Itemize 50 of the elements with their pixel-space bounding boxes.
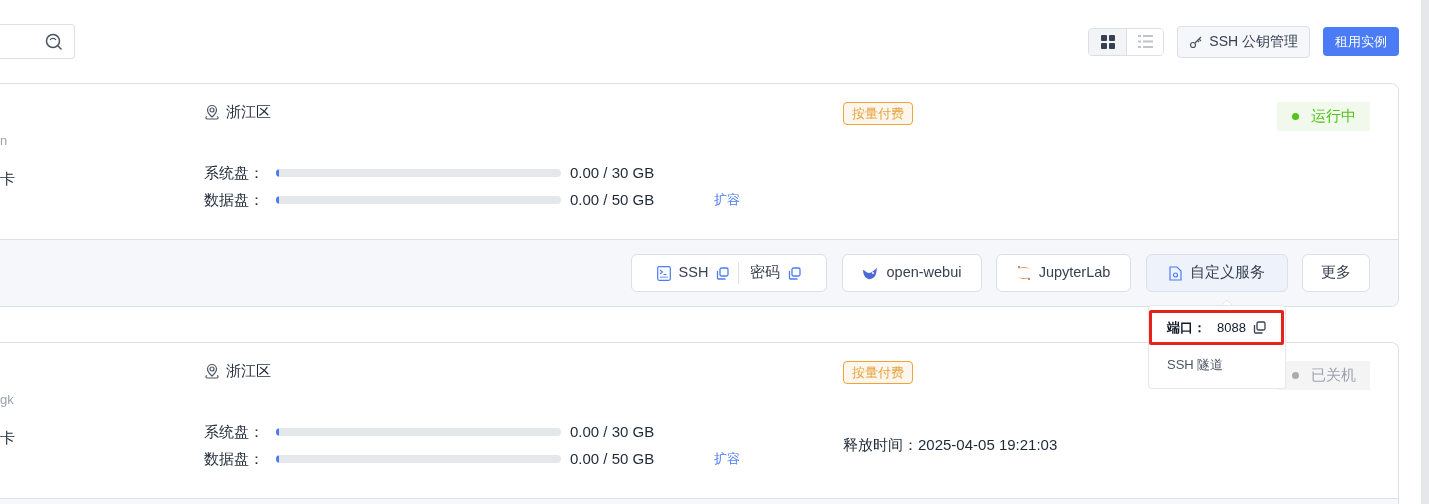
disk-label: 数据盘： — [204, 448, 265, 469]
rent-instance-button[interactable]: 租用实例 — [1323, 27, 1399, 56]
disk-usage: 0.00 / 50 GB — [570, 448, 656, 469]
disk-usage: 0.00 / 50 GB — [570, 189, 656, 210]
port-number: 8088 — [1217, 318, 1246, 337]
location-pin-icon — [204, 104, 220, 120]
instance-name: n — [0, 132, 9, 150]
custom-service-button[interactable]: 自定义服务 — [1145, 254, 1288, 292]
grid-view-button[interactable] — [1089, 28, 1127, 55]
password-copy-button[interactable]: 密码 — [739, 262, 802, 284]
list-icon — [1137, 35, 1153, 48]
disk-label: 系统盘： — [204, 162, 265, 183]
more-button[interactable]: 更多 — [1302, 254, 1370, 292]
open-webui-button[interactable]: open-webui — [841, 254, 982, 292]
search-icon — [45, 32, 63, 51]
grid-icon — [1100, 34, 1115, 49]
copy-icon — [1252, 321, 1266, 334]
scrollbar[interactable] — [1421, 0, 1429, 504]
expand-link[interactable]: 扩容 — [714, 449, 740, 469]
ssh-copy-button[interactable]: SSH — [656, 262, 740, 284]
key-icon — [1189, 34, 1204, 49]
disk-label: 系统盘： — [204, 421, 265, 442]
release-time: 释放时间：2025-04-05 19:21:03 — [843, 435, 1059, 455]
status-dot-icon — [1291, 113, 1299, 120]
billing-tag: 按量付费 — [843, 102, 913, 125]
copy-icon — [716, 266, 730, 280]
gpu-label: 卡 — [0, 169, 16, 189]
copy-icon — [788, 266, 802, 280]
document-gear-icon — [1168, 265, 1182, 281]
jupyterlab-button[interactable]: JupyterLab — [996, 254, 1131, 292]
location-pin-icon — [204, 363, 220, 379]
disk-usage: 0.00 / 30 GB — [570, 421, 656, 442]
port-label: 端口： — [1167, 318, 1207, 337]
ssh-key-button[interactable]: SSH 公钥管理 — [1177, 25, 1310, 58]
instance-name: gk — [0, 391, 15, 409]
region-label: 浙江区 — [226, 360, 271, 381]
status-dot-icon — [1291, 372, 1299, 379]
region-label: 浙江区 — [226, 101, 271, 122]
billing-tag: 按量付费 — [843, 361, 913, 384]
terminal-icon — [656, 265, 671, 281]
gpu-label: 卡 — [0, 428, 16, 448]
expand-link[interactable]: 扩容 — [714, 190, 740, 210]
orbit-icon — [1016, 265, 1031, 281]
search-field[interactable] — [0, 24, 75, 59]
disk-usage: 0.00 / 30 GB — [570, 162, 656, 183]
status-badge: 已关机 — [1277, 361, 1370, 390]
disk-label: 数据盘： — [204, 189, 265, 210]
status-badge: 运行中 — [1277, 102, 1370, 131]
whale-icon — [861, 266, 879, 280]
copy-port-button[interactable] — [1252, 321, 1266, 334]
